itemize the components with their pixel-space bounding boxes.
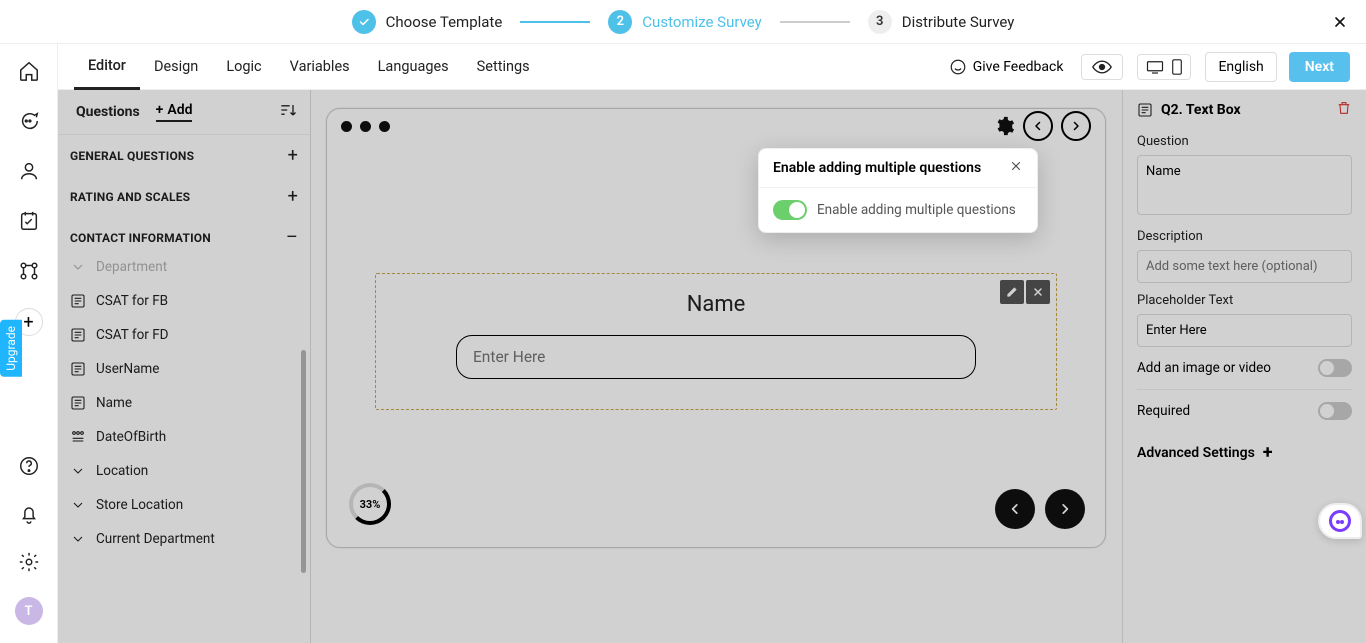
give-feedback-button[interactable]: Give Feedback bbox=[949, 58, 1064, 76]
mobile-icon[interactable] bbox=[1172, 59, 1182, 75]
popover-body-text: Enable adding multiple questions bbox=[817, 202, 1016, 218]
popover-close-button[interactable] bbox=[1009, 159, 1023, 177]
tab-editor[interactable]: Editor bbox=[74, 44, 140, 90]
preview-button[interactable] bbox=[1081, 54, 1123, 80]
tasks-icon[interactable] bbox=[16, 208, 42, 234]
bell-icon[interactable] bbox=[16, 501, 42, 527]
step-label: Customize Survey bbox=[642, 13, 761, 31]
chat-icon[interactable] bbox=[16, 108, 42, 134]
chat-widget-button[interactable] bbox=[1318, 503, 1362, 539]
step-label: Distribute Survey bbox=[902, 13, 1015, 31]
step-choose-template[interactable]: Choose Template bbox=[352, 10, 503, 34]
close-wizard-button[interactable] bbox=[1328, 10, 1352, 34]
check-icon bbox=[352, 10, 376, 34]
editor-toolbar: Editor Design Logic Variables Languages … bbox=[58, 44, 1366, 90]
home-icon[interactable] bbox=[16, 58, 42, 84]
multi-question-toggle[interactable] bbox=[773, 200, 807, 220]
flow-icon[interactable] bbox=[16, 258, 42, 284]
step-distribute-survey[interactable]: 3 Distribute Survey bbox=[868, 10, 1015, 34]
multi-question-popover: Enable adding multiple questions Enable … bbox=[758, 148, 1038, 233]
tab-variables[interactable]: Variables bbox=[276, 44, 364, 90]
popover-title: Enable adding multiple questions bbox=[773, 160, 981, 176]
step-customize-survey[interactable]: 2 Customize Survey bbox=[608, 10, 761, 34]
settings-icon[interactable] bbox=[16, 549, 42, 575]
eye-icon bbox=[1092, 60, 1112, 74]
wizard-stepper: Choose Template 2 Customize Survey 3 Dis… bbox=[0, 0, 1366, 44]
stepper-line bbox=[520, 21, 590, 23]
feedback-label: Give Feedback bbox=[973, 59, 1064, 75]
avatar[interactable]: T bbox=[15, 597, 43, 625]
dim-overlay bbox=[58, 90, 1366, 643]
device-preview-group bbox=[1137, 54, 1191, 80]
language-label: English bbox=[1218, 59, 1263, 75]
close-icon bbox=[1332, 14, 1348, 30]
next-button[interactable]: Next bbox=[1289, 52, 1350, 82]
tab-settings[interactable]: Settings bbox=[463, 44, 544, 90]
user-icon[interactable] bbox=[16, 158, 42, 184]
language-select[interactable]: English bbox=[1205, 52, 1276, 82]
chat-widget-icon bbox=[1329, 510, 1351, 532]
tab-design[interactable]: Design bbox=[140, 44, 212, 90]
desktop-icon[interactable] bbox=[1146, 60, 1164, 74]
step-number-icon: 2 bbox=[608, 10, 632, 34]
step-label: Choose Template bbox=[386, 13, 503, 31]
help-icon[interactable] bbox=[16, 453, 42, 479]
tab-logic[interactable]: Logic bbox=[212, 44, 275, 90]
tab-languages[interactable]: Languages bbox=[364, 44, 463, 90]
step-number-icon: 3 bbox=[868, 10, 892, 34]
upgrade-button[interactable]: Upgrade bbox=[0, 320, 22, 377]
workspace: Questions + Add GENERAL QUESTIONS + RATI… bbox=[58, 90, 1366, 643]
stepper-line bbox=[780, 21, 850, 23]
feedback-icon bbox=[949, 58, 967, 76]
